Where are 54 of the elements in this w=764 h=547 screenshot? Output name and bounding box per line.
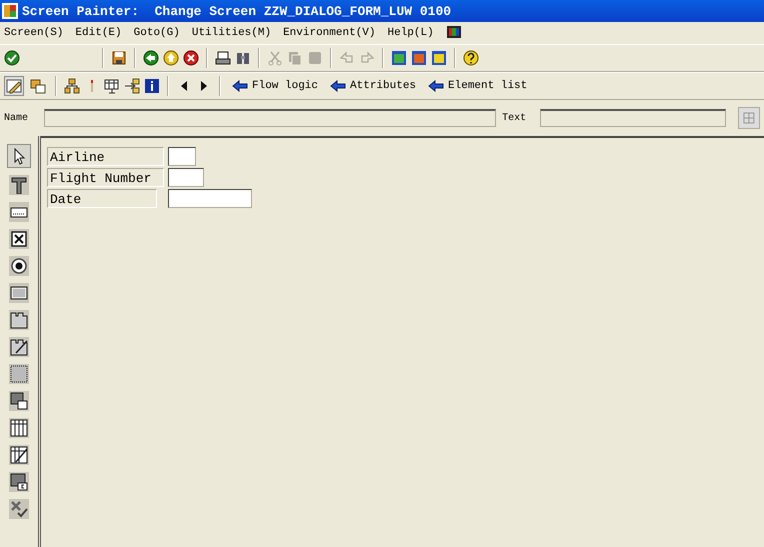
table-control-icon[interactable]: [9, 418, 29, 438]
window-icon[interactable]: [431, 50, 447, 66]
text-field-icon[interactable]: [9, 175, 29, 195]
back-icon[interactable]: [143, 50, 159, 66]
input-field-icon[interactable]: [9, 202, 29, 222]
window-title: Screen Painter: Change Screen ZZW_DIALOG_FORM_LUW 0100: [22, 4, 452, 18]
custom-control-icon[interactable]: [9, 472, 29, 492]
name-label: Name: [4, 112, 28, 124]
input-field[interactable]: [168, 189, 252, 208]
frame-icon[interactable]: [9, 364, 29, 384]
field-label: Airline: [47, 147, 164, 166]
input-field[interactable]: [168, 147, 196, 166]
crossed-square-icon[interactable]: [9, 229, 29, 249]
nav-link[interactable]: Flow logic: [228, 80, 322, 92]
pointer-icon[interactable]: [7, 144, 31, 168]
subscreen-icon[interactable]: [9, 391, 29, 411]
monitor-icon[interactable]: [446, 25, 462, 41]
text-field[interactable]: [540, 109, 726, 127]
menu-item[interactable]: Screen(S): [4, 27, 64, 39]
help-icon[interactable]: [463, 50, 479, 66]
window-icon[interactable]: [391, 50, 407, 66]
table-wizard-icon[interactable]: [9, 445, 29, 465]
field-label: Flight Number: [47, 168, 164, 187]
hierarchy-icon[interactable]: [64, 78, 80, 94]
input-field[interactable]: [168, 168, 204, 187]
menu-item[interactable]: Goto(G): [134, 27, 180, 39]
nav-link[interactable]: Attributes: [326, 80, 420, 92]
left-arrow-icon: [428, 80, 444, 92]
window-icon[interactable]: [411, 50, 427, 66]
check-icon[interactable]: [4, 50, 20, 66]
print-icon[interactable]: [215, 50, 231, 66]
navigation-icon[interactable]: [124, 78, 140, 94]
app-icon: [2, 3, 18, 19]
cancel-icon[interactable]: [183, 50, 199, 66]
info-icon[interactable]: [144, 78, 160, 94]
menu-item[interactable]: Help(L): [388, 27, 434, 39]
tabstrip-wizard-icon[interactable]: [9, 337, 29, 357]
push-button-icon[interactable]: [9, 283, 29, 303]
table-icon[interactable]: [104, 78, 120, 94]
field-label: Date: [47, 189, 157, 208]
status-icon[interactable]: [9, 499, 29, 519]
tabstrip-icon[interactable]: [9, 310, 29, 330]
pencil-icon[interactable]: [4, 76, 24, 96]
nav-link[interactable]: Element list: [424, 80, 532, 92]
menu-item[interactable]: Edit(E): [75, 27, 122, 39]
menu-item[interactable]: Utilities(M): [192, 27, 272, 39]
binoculars-icon[interactable]: [235, 50, 251, 66]
menu-item[interactable]: Environment(V): [283, 27, 376, 39]
save-icon[interactable]: [111, 50, 127, 66]
text-label: Text: [502, 112, 526, 124]
name-field[interactable]: [44, 109, 496, 127]
left-arrow-icon: [232, 80, 248, 92]
ring-dot-icon[interactable]: [9, 256, 29, 276]
left-arrow-icon: [330, 80, 346, 92]
